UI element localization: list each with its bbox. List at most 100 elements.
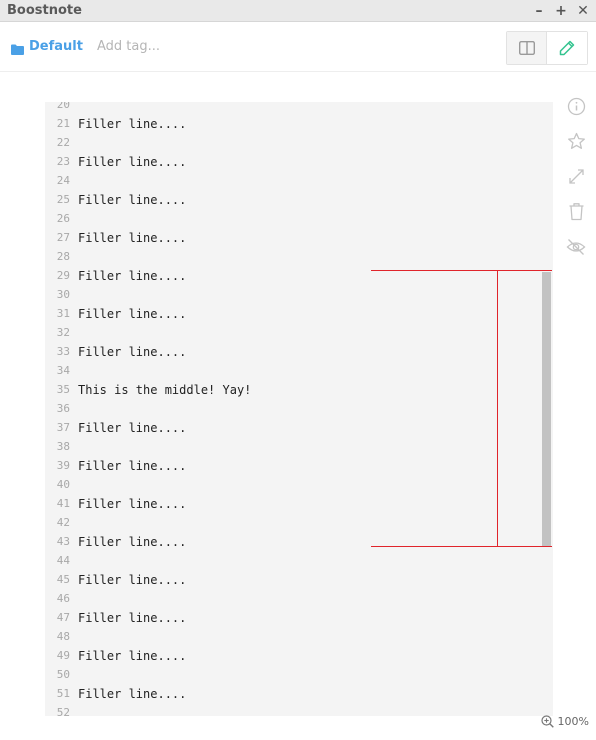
line-number: 50 [56,668,70,681]
tag-input[interactable] [96,39,217,54]
line-text: Filler line.... [78,686,187,701]
editor-line[interactable]: 21 Filler line.... [45,114,553,133]
editor-line[interactable]: 27 Filler line.... [45,228,553,247]
editor-scrollbar[interactable] [542,272,551,547]
line-number: 47 [56,611,70,624]
editor-line[interactable]: 35 This is the middle! Yay! [45,380,553,399]
annotation-line-bottom [371,546,552,547]
zoom-control[interactable]: 100% [540,715,589,728]
minimize-button[interactable]: – [530,2,548,20]
title-bar: Boostnote – + ✕ [0,0,596,22]
split-view-button[interactable] [507,32,547,64]
line-number: 41 [56,497,70,510]
editor-line[interactable]: 49 Filler line.... [45,646,553,665]
line-number: 29 [56,269,70,282]
zoom-level: 100% [557,715,589,728]
line-text: Filler line.... [78,648,187,663]
trash-icon[interactable] [566,201,586,222]
edit-mode-button[interactable] [547,32,587,64]
line-text: Filler line.... [78,116,187,131]
editor-line[interactable]: 47 Filler line.... [45,608,553,627]
code-editor[interactable]: 20 21 Filler line.... 22 23 Filler line.... 24… [45,102,553,716]
editor-line[interactable]: 45 Filler line.... [45,570,553,589]
editor-mode-switch [506,31,588,65]
editor-line[interactable]: 29 Filler line.... [45,266,553,285]
editor-line[interactable]: 36 [45,399,553,418]
editor-line[interactable]: 38 [45,437,553,456]
line-text: Filler line.... [78,192,187,207]
annotation-line-vertical [497,270,498,547]
editor-line[interactable]: 26 [45,209,553,228]
folder-selector[interactable]: Default [11,39,83,55]
editor-line[interactable]: 50 [45,665,553,684]
editor-line[interactable]: 34 [45,361,553,380]
line-number: 44 [56,554,70,567]
editor-line[interactable]: 24 [45,171,553,190]
line-number: 42 [56,516,70,529]
line-text: Filler line.... [78,420,187,435]
line-text: Filler line.... [78,572,187,587]
line-number: 48 [56,630,70,643]
line-number: 51 [56,687,70,700]
editor-line[interactable]: 32 [45,323,553,342]
line-number: 30 [56,288,70,301]
line-text: Filler line.... [78,306,187,321]
editor-line[interactable]: 33 Filler line.... [45,342,553,361]
editor-line[interactable]: 42 [45,513,553,532]
folder-icon [11,42,24,55]
line-number: 35 [56,383,70,396]
line-number: 23 [56,155,70,168]
star-icon[interactable] [566,131,586,152]
line-number: 43 [56,535,70,548]
line-number: 46 [56,592,70,605]
editor-line[interactable]: 52 [45,703,553,716]
line-number: 28 [56,250,70,263]
line-number: 40 [56,478,70,491]
info-icon[interactable] [566,96,586,117]
editor-line[interactable]: 28 [45,247,553,266]
line-number: 20 [56,102,70,111]
editor-line[interactable]: 43 Filler line.... [45,532,553,551]
maximize-button[interactable]: + [552,2,570,20]
editor-line[interactable]: 39 Filler line.... [45,456,553,475]
editor-line[interactable]: 48 [45,627,553,646]
note-toolbar: Default [0,22,596,72]
line-number: 45 [56,573,70,586]
line-number: 39 [56,459,70,472]
line-text: Filler line.... [78,534,187,549]
editor-line[interactable]: 41 Filler line.... [45,494,553,513]
editor-line[interactable]: 46 [45,589,553,608]
zoom-icon [540,715,554,728]
editor-line[interactable]: 37 Filler line.... [45,418,553,437]
annotation-line-top [371,270,552,271]
line-text: Filler line.... [78,458,187,473]
editor-line[interactable]: 22 [45,133,553,152]
line-number: 27 [56,231,70,244]
line-number: 33 [56,345,70,358]
line-number: 52 [56,706,70,716]
editor-line[interactable]: 25 Filler line.... [45,190,553,209]
line-text: Filler line.... [78,610,187,625]
line-number: 21 [56,117,70,130]
line-text: Filler line.... [78,344,187,359]
line-number: 36 [56,402,70,415]
editor-line[interactable]: 44 [45,551,553,570]
editor-line[interactable]: 51 Filler line.... [45,684,553,703]
editor-line[interactable]: 23 Filler line.... [45,152,553,171]
fullscreen-icon[interactable] [566,166,586,187]
line-text: Filler line.... [78,496,187,511]
line-number: 49 [56,649,70,662]
line-number: 25 [56,193,70,206]
folder-label[interactable]: Default [29,39,83,54]
editor-line[interactable]: 31 Filler line.... [45,304,553,323]
editor-line[interactable]: 20 [45,102,553,114]
line-text: This is the middle! Yay! [78,382,252,397]
line-text: Filler line.... [78,154,187,169]
close-button[interactable]: ✕ [574,2,592,20]
line-text: Filler line.... [78,230,187,245]
line-text: Filler line.... [78,268,187,283]
editor-line[interactable]: 40 [45,475,553,494]
editor-line[interactable]: 30 [45,285,553,304]
hide-icon[interactable] [566,236,586,257]
note-side-actions [566,96,586,257]
